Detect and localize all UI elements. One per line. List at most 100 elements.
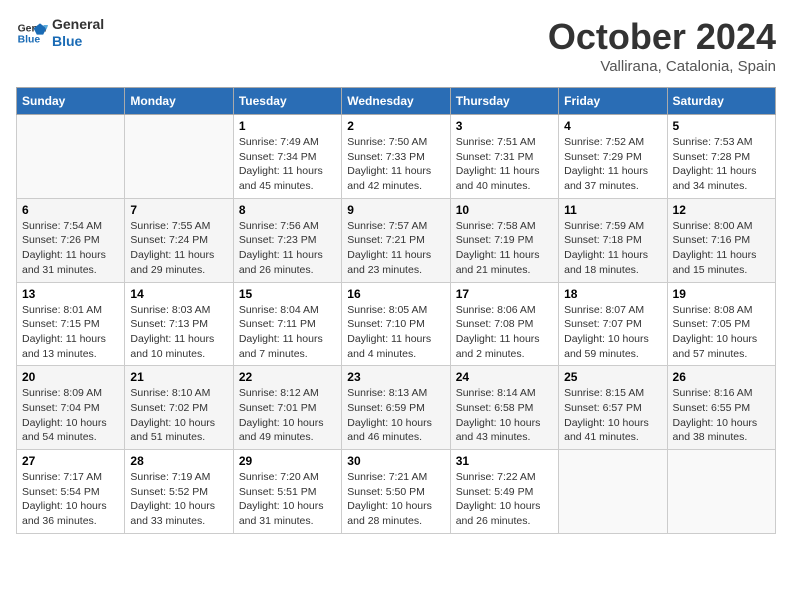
calendar-cell: 29Sunrise: 7:20 AM Sunset: 5:51 PM Dayli…: [233, 450, 341, 534]
day-number: 4: [564, 119, 661, 133]
day-number: 13: [22, 287, 119, 301]
day-info: Sunrise: 7:54 AM Sunset: 7:26 PM Dayligh…: [22, 219, 119, 278]
day-number: 10: [456, 203, 553, 217]
day-info: Sunrise: 8:15 AM Sunset: 6:57 PM Dayligh…: [564, 386, 661, 445]
subtitle: Vallirana, Catalonia, Spain: [548, 58, 776, 75]
day-info: Sunrise: 7:51 AM Sunset: 7:31 PM Dayligh…: [456, 135, 553, 194]
header-row: SundayMondayTuesdayWednesdayThursdayFrid…: [17, 88, 776, 115]
day-info: Sunrise: 7:53 AM Sunset: 7:28 PM Dayligh…: [673, 135, 770, 194]
calendar-cell: 7Sunrise: 7:55 AM Sunset: 7:24 PM Daylig…: [125, 198, 233, 282]
day-info: Sunrise: 7:19 AM Sunset: 5:52 PM Dayligh…: [130, 470, 227, 529]
day-number: 15: [239, 287, 336, 301]
day-info: Sunrise: 7:49 AM Sunset: 7:34 PM Dayligh…: [239, 135, 336, 194]
day-info: Sunrise: 8:00 AM Sunset: 7:16 PM Dayligh…: [673, 219, 770, 278]
day-number: 22: [239, 370, 336, 384]
calendar-cell: 18 Sunrise: 8:07 AM Sunset: 7:07 PM Dayli…: [559, 282, 667, 366]
day-info: Sunrise: 7:21 AM Sunset: 5:50 PM Dayligh…: [347, 470, 444, 529]
calendar-cell: 20 Sunrise: 8:09 AM Sunset: 7:04 PM Dayli…: [17, 366, 125, 450]
calendar-cell: [125, 115, 233, 199]
calendar-cell: 3 Sunrise: 7:51 AM Sunset: 7:31 PM Daylig…: [450, 115, 558, 199]
day-info: Sunrise: 8:08 AM Sunset: 7:05 PM Dayligh…: [673, 303, 770, 362]
calendar-cell: 14Sunrise: 8:03 AM Sunset: 7:13 PM Dayli…: [125, 282, 233, 366]
calendar-cell: [559, 450, 667, 534]
calendar-cell: 5 Sunrise: 7:53 AM Sunset: 7:28 PM Daylig…: [667, 115, 775, 199]
title-area: October 2024 Vallirana, Catalonia, Spain: [548, 16, 776, 75]
day-number: 23: [347, 370, 444, 384]
day-info: Sunrise: 7:59 AM Sunset: 7:18 PM Dayligh…: [564, 219, 661, 278]
calendar-cell: 15 Sunrise: 8:04 AM Sunset: 7:11 PM Dayli…: [233, 282, 341, 366]
calendar-cell: 1 Sunrise: 7:49 AM Sunset: 7:34 PM Daylig…: [233, 115, 341, 199]
day-number: 3: [456, 119, 553, 133]
day-info: Sunrise: 8:04 AM Sunset: 7:11 PM Dayligh…: [239, 303, 336, 362]
day-number: 2: [347, 119, 444, 133]
day-number: 1: [239, 119, 336, 133]
day-info: Sunrise: 7:57 AM Sunset: 7:21 PM Dayligh…: [347, 219, 444, 278]
col-header-tuesday: Tuesday: [233, 88, 341, 115]
calendar-cell: 8 Sunrise: 7:56 AM Sunset: 7:23 PM Daylig…: [233, 198, 341, 282]
calendar-cell: 24 Sunrise: 8:14 AM Sunset: 6:58 PM Dayli…: [450, 366, 558, 450]
calendar-table: SundayMondayTuesdayWednesdayThursdayFrid…: [16, 87, 776, 534]
calendar-cell: 30 Sunrise: 7:21 AM Sunset: 5:50 PM Dayli…: [342, 450, 450, 534]
day-info: Sunrise: 7:50 AM Sunset: 7:33 PM Dayligh…: [347, 135, 444, 194]
day-number: 29: [239, 454, 336, 468]
day-info: Sunrise: 7:56 AM Sunset: 7:23 PM Dayligh…: [239, 219, 336, 278]
calendar-cell: [17, 115, 125, 199]
day-info: Sunrise: 8:10 AM Sunset: 7:02 PM Dayligh…: [130, 386, 227, 445]
calendar-cell: 10 Sunrise: 7:58 AM Sunset: 7:19 PM Dayli…: [450, 198, 558, 282]
day-info: Sunrise: 7:22 AM Sunset: 5:49 PM Dayligh…: [456, 470, 553, 529]
day-number: 12: [673, 203, 770, 217]
logo: General Blue General Blue: [16, 16, 104, 50]
day-number: 30: [347, 454, 444, 468]
col-header-friday: Friday: [559, 88, 667, 115]
day-info: Sunrise: 8:05 AM Sunset: 7:10 PM Dayligh…: [347, 303, 444, 362]
day-number: 18: [564, 287, 661, 301]
day-info: Sunrise: 8:12 AM Sunset: 7:01 PM Dayligh…: [239, 386, 336, 445]
day-number: 5: [673, 119, 770, 133]
svg-text:Blue: Blue: [18, 34, 41, 45]
col-header-sunday: Sunday: [17, 88, 125, 115]
day-info: Sunrise: 8:03 AM Sunset: 7:13 PM Dayligh…: [130, 303, 227, 362]
day-number: 9: [347, 203, 444, 217]
calendar-cell: 26 Sunrise: 8:16 AM Sunset: 6:55 PM Dayli…: [667, 366, 775, 450]
calendar-week-4: 20 Sunrise: 8:09 AM Sunset: 7:04 PM Dayli…: [17, 366, 776, 450]
day-number: 19: [673, 287, 770, 301]
calendar-cell: 13Sunrise: 8:01 AM Sunset: 7:15 PM Dayli…: [17, 282, 125, 366]
calendar-cell: 22 Sunrise: 8:12 AM Sunset: 7:01 PM Dayli…: [233, 366, 341, 450]
day-number: 24: [456, 370, 553, 384]
day-info: Sunrise: 8:09 AM Sunset: 7:04 PM Dayligh…: [22, 386, 119, 445]
calendar-cell: 28 Sunrise: 7:19 AM Sunset: 5:52 PM Dayli…: [125, 450, 233, 534]
day-info: Sunrise: 7:17 AM Sunset: 5:54 PM Dayligh…: [22, 470, 119, 529]
calendar-week-5: 27 Sunrise: 7:17 AM Sunset: 5:54 PM Dayli…: [17, 450, 776, 534]
calendar-cell: 23Sunrise: 8:13 AM Sunset: 6:59 PM Dayli…: [342, 366, 450, 450]
calendar-cell: 11Sunrise: 7:59 AM Sunset: 7:18 PM Dayli…: [559, 198, 667, 282]
day-number: 26: [673, 370, 770, 384]
day-number: 20: [22, 370, 119, 384]
day-info: Sunrise: 8:16 AM Sunset: 6:55 PM Dayligh…: [673, 386, 770, 445]
calendar-cell: 6 Sunrise: 7:54 AM Sunset: 7:26 PM Daylig…: [17, 198, 125, 282]
day-number: 16: [347, 287, 444, 301]
day-number: 28: [130, 454, 227, 468]
day-number: 8: [239, 203, 336, 217]
day-number: 17: [456, 287, 553, 301]
calendar-week-3: 13Sunrise: 8:01 AM Sunset: 7:15 PM Dayli…: [17, 282, 776, 366]
calendar-cell: 27 Sunrise: 7:17 AM Sunset: 5:54 PM Dayli…: [17, 450, 125, 534]
day-info: Sunrise: 8:14 AM Sunset: 6:58 PM Dayligh…: [456, 386, 553, 445]
day-number: 6: [22, 203, 119, 217]
calendar-cell: 31 Sunrise: 7:22 AM Sunset: 5:49 PM Dayli…: [450, 450, 558, 534]
calendar-cell: 9 Sunrise: 7:57 AM Sunset: 7:21 PM Daylig…: [342, 198, 450, 282]
header: General Blue General Blue October 2024 V…: [16, 16, 776, 75]
logo-general: General: [52, 16, 104, 33]
logo-icon: General Blue: [16, 17, 48, 49]
day-info: Sunrise: 8:07 AM Sunset: 7:07 PM Dayligh…: [564, 303, 661, 362]
logo-blue: Blue: [52, 33, 104, 50]
day-info: Sunrise: 7:55 AM Sunset: 7:24 PM Dayligh…: [130, 219, 227, 278]
day-info: Sunrise: 8:06 AM Sunset: 7:08 PM Dayligh…: [456, 303, 553, 362]
col-header-wednesday: Wednesday: [342, 88, 450, 115]
day-number: 27: [22, 454, 119, 468]
calendar-cell: 12 Sunrise: 8:00 AM Sunset: 7:16 PM Dayli…: [667, 198, 775, 282]
calendar-cell: 25Sunrise: 8:15 AM Sunset: 6:57 PM Dayli…: [559, 366, 667, 450]
col-header-saturday: Saturday: [667, 88, 775, 115]
calendar-cell: 21Sunrise: 8:10 AM Sunset: 7:02 PM Dayli…: [125, 366, 233, 450]
day-info: Sunrise: 7:58 AM Sunset: 7:19 PM Dayligh…: [456, 219, 553, 278]
day-number: 31: [456, 454, 553, 468]
